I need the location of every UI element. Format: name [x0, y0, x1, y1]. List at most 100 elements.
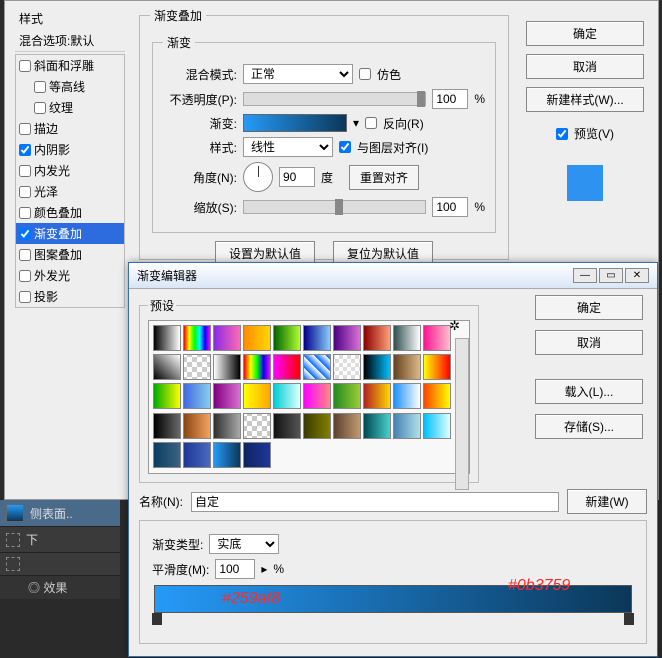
- gradient-swatch[interactable]: [423, 383, 451, 409]
- gradient-swatch[interactable]: [363, 354, 391, 380]
- preview-checkbox[interactable]: [556, 128, 568, 140]
- style-item[interactable]: 渐变叠加: [16, 223, 124, 244]
- style-item[interactable]: 等高线: [16, 76, 124, 97]
- gradient-swatch[interactable]: [213, 383, 241, 409]
- gradient-swatch[interactable]: [423, 325, 451, 351]
- gradient-swatch[interactable]: [363, 413, 391, 439]
- gradient-swatch[interactable]: [363, 383, 391, 409]
- gradient-swatch[interactable]: [213, 325, 241, 351]
- gradient-swatch[interactable]: [393, 325, 421, 351]
- style-checkbox[interactable]: [34, 81, 46, 93]
- cancel-button[interactable]: 取消: [526, 54, 644, 79]
- style-checkbox[interactable]: [19, 291, 31, 303]
- editor-ok-button[interactable]: 确定: [535, 295, 643, 320]
- gradient-picker[interactable]: [243, 114, 347, 132]
- gradient-swatch[interactable]: [213, 413, 241, 439]
- blend-mode-select[interactable]: 正常: [243, 64, 353, 84]
- style-item[interactable]: 光泽: [16, 181, 124, 202]
- gradient-swatch[interactable]: [243, 442, 271, 468]
- gradient-swatch[interactable]: [183, 442, 211, 468]
- gradient-swatch[interactable]: [333, 413, 361, 439]
- close-icon[interactable]: ✕: [625, 268, 649, 283]
- gradient-swatch[interactable]: [303, 354, 331, 380]
- color-stop-right[interactable]: [624, 613, 634, 625]
- color-stop-left[interactable]: [152, 613, 162, 625]
- reset-align-button[interactable]: 重置对齐: [349, 165, 419, 190]
- gradient-swatch[interactable]: [333, 354, 361, 380]
- name-input[interactable]: [191, 492, 559, 512]
- style-item[interactable]: 外发光: [16, 265, 124, 286]
- style-select[interactable]: 线性: [243, 137, 333, 157]
- gradient-swatch[interactable]: [243, 354, 271, 380]
- gradient-swatch[interactable]: [393, 354, 421, 380]
- style-checkbox[interactable]: [19, 270, 31, 282]
- gradient-swatch[interactable]: [273, 383, 301, 409]
- gradient-swatch[interactable]: [303, 325, 331, 351]
- style-item[interactable]: 内阴影: [16, 139, 124, 160]
- new-style-button[interactable]: 新建样式(W)...: [526, 87, 644, 112]
- gradient-swatch[interactable]: [183, 383, 211, 409]
- load-button[interactable]: 载入(L)...: [535, 379, 643, 404]
- ok-button[interactable]: 确定: [526, 21, 644, 46]
- style-checkbox[interactable]: [19, 144, 31, 156]
- layer-row-surface[interactable]: 侧表面..: [0, 500, 120, 527]
- gradient-swatch[interactable]: [333, 325, 361, 351]
- gradient-swatch[interactable]: [333, 383, 361, 409]
- blend-options-header[interactable]: 混合选项:默认: [15, 30, 125, 52]
- scale-value[interactable]: [432, 197, 468, 217]
- opacity-value[interactable]: [432, 89, 468, 109]
- style-checkbox[interactable]: [34, 102, 46, 114]
- editor-cancel-button[interactable]: 取消: [535, 330, 643, 355]
- style-item[interactable]: 投影: [16, 286, 124, 307]
- gradient-swatch[interactable]: [213, 442, 241, 468]
- gradient-swatch[interactable]: [273, 354, 301, 380]
- style-checkbox[interactable]: [19, 123, 31, 135]
- gear-icon[interactable]: ✲: [449, 318, 460, 334]
- gradient-swatch[interactable]: [243, 413, 271, 439]
- gradient-swatch[interactable]: [423, 413, 451, 439]
- gradient-swatch[interactable]: [153, 383, 181, 409]
- gradient-swatch[interactable]: [363, 325, 391, 351]
- gradient-swatch[interactable]: [153, 354, 181, 380]
- style-item[interactable]: 内发光: [16, 160, 124, 181]
- type-select[interactable]: 实底: [209, 534, 279, 554]
- style-checkbox[interactable]: [19, 249, 31, 261]
- style-checkbox[interactable]: [19, 186, 31, 198]
- smooth-value[interactable]: [215, 559, 255, 579]
- layer-row-down[interactable]: 下: [0, 527, 120, 553]
- gradient-swatch[interactable]: [273, 325, 301, 351]
- layer-row-empty[interactable]: [0, 553, 120, 576]
- gradient-swatch[interactable]: [303, 413, 331, 439]
- style-checkbox[interactable]: [19, 228, 31, 240]
- gradient-swatch[interactable]: [213, 354, 241, 380]
- gradient-swatch[interactable]: [393, 413, 421, 439]
- maximize-icon[interactable]: ▭: [599, 268, 623, 283]
- dither-checkbox[interactable]: [359, 68, 371, 80]
- angle-value[interactable]: [279, 167, 315, 187]
- style-item[interactable]: 斜面和浮雕: [16, 55, 124, 76]
- smooth-dropdown-icon[interactable]: ▸: [261, 562, 267, 576]
- align-checkbox[interactable]: [339, 141, 351, 153]
- reverse-checkbox[interactable]: [365, 117, 377, 129]
- gradient-swatch[interactable]: [153, 325, 181, 351]
- gradient-swatch[interactable]: [153, 413, 181, 439]
- gradient-dropdown-icon[interactable]: ▾: [353, 116, 359, 130]
- angle-dial[interactable]: [243, 162, 273, 192]
- gradient-swatch[interactable]: [423, 354, 451, 380]
- preset-scrollbar[interactable]: [455, 338, 469, 490]
- minimize-icon[interactable]: —: [573, 268, 597, 283]
- style-checkbox[interactable]: [19, 60, 31, 72]
- new-button[interactable]: 新建(W): [567, 489, 647, 514]
- save-button[interactable]: 存储(S)...: [535, 414, 643, 439]
- gradient-swatch[interactable]: [183, 413, 211, 439]
- style-checkbox[interactable]: [19, 207, 31, 219]
- gradient-swatch[interactable]: [303, 383, 331, 409]
- gradient-swatch[interactable]: [153, 442, 181, 468]
- gradient-swatch[interactable]: [393, 383, 421, 409]
- style-item[interactable]: 图案叠加: [16, 244, 124, 265]
- style-item[interactable]: 纹理: [16, 97, 124, 118]
- gradient-swatch[interactable]: [273, 413, 301, 439]
- style-item[interactable]: 描边: [16, 118, 124, 139]
- gradient-swatch[interactable]: [183, 325, 211, 351]
- fx-row[interactable]: ◎ 效果: [0, 576, 120, 599]
